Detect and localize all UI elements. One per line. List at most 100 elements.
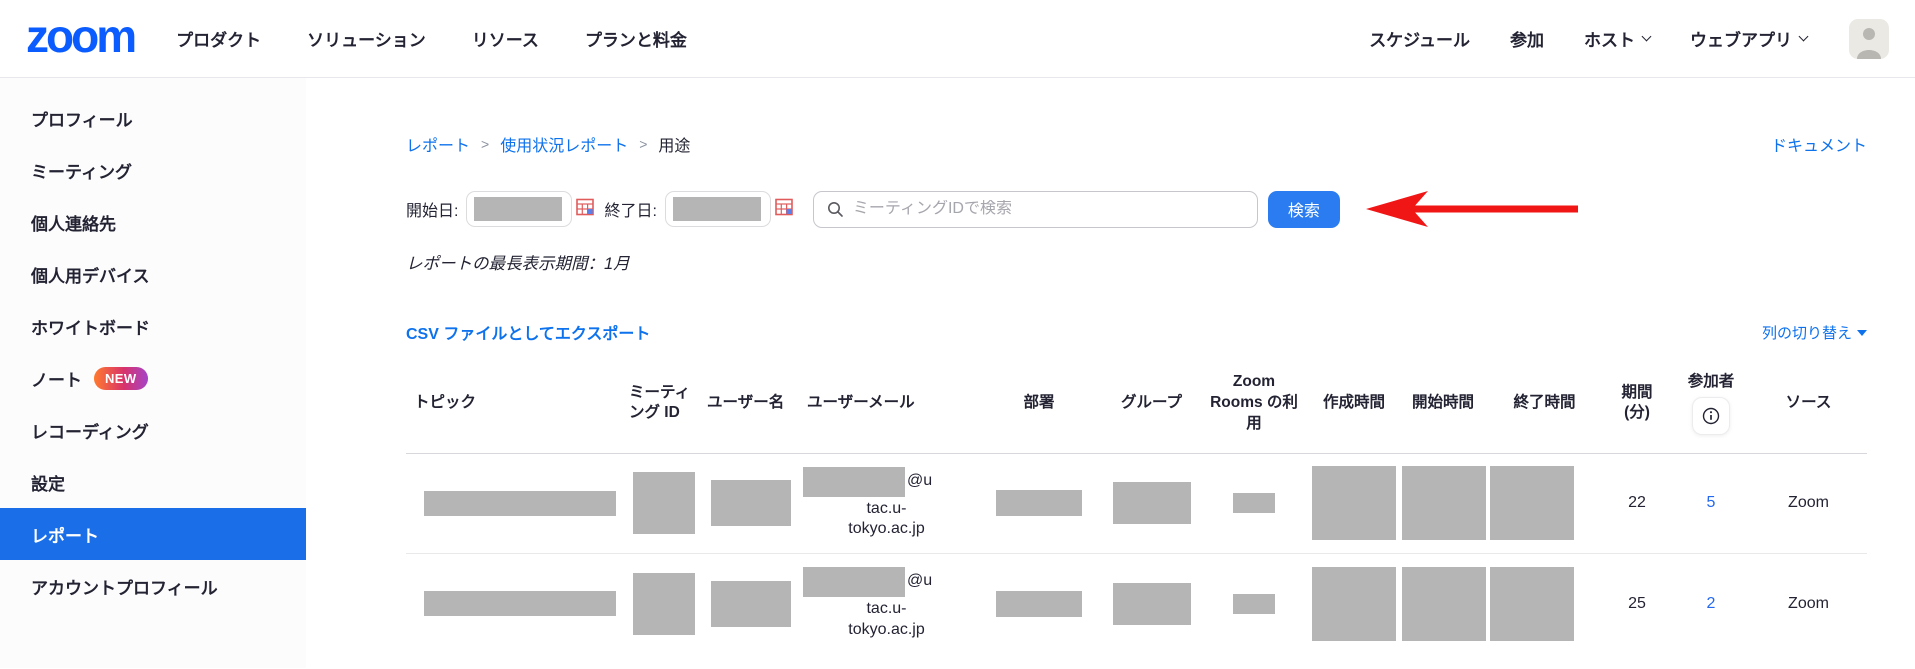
cell-department <box>974 453 1104 553</box>
cell-group <box>1104 553 1199 653</box>
participants-count-link[interactable]: 5 <box>1707 494 1716 511</box>
breadcrumb: レポート > 使用状況レポート > 用途 <box>406 132 690 156</box>
end-date-input[interactable] <box>665 191 771 227</box>
account-nav: スケジュール 参加 ホスト ウェブアプリ <box>1369 19 1889 59</box>
email-domain-line: tokyo.ac.jp <box>803 620 970 641</box>
user-avatar[interactable] <box>1849 19 1889 59</box>
sidebar-item-recordings[interactable]: レコーディング <box>0 404 306 456</box>
header-source: ソース <box>1750 356 1867 453</box>
sidebar-item-settings[interactable]: 設定 <box>0 456 306 508</box>
cell-topic <box>406 453 621 553</box>
sidebar-item-reports[interactable]: レポート <box>0 508 306 560</box>
table-row: @u tac.u- tokyo.ac.jp 22 5 Zoom <box>406 453 1867 553</box>
header-participants-label: 参加者 <box>1688 372 1735 393</box>
meeting-id-search-box <box>813 191 1258 228</box>
table-toolbar: CSV ファイルとしてエクスポート 列の切り替え <box>406 320 1867 344</box>
nav-products[interactable]: プロダクト <box>176 26 261 51</box>
header-user-email: ユーザーメール <box>799 356 974 453</box>
cell-user-name <box>699 553 799 653</box>
calendar-icon[interactable] <box>775 198 793 221</box>
redacted-start-time <box>1402 466 1486 540</box>
end-date-label: 終了日: <box>604 197 656 221</box>
sidebar-item-contacts[interactable]: 個人連絡先 <box>0 196 306 248</box>
email-domain-line: tac.u- <box>803 599 970 620</box>
cell-user-name <box>699 453 799 553</box>
redacted-department <box>996 490 1082 516</box>
filter-row: 開始日: 終了日: <box>406 189 1867 229</box>
nav-host-menu[interactable]: ホスト <box>1584 26 1650 51</box>
left-arrow-icon <box>1366 189 1578 229</box>
nav-join[interactable]: 参加 <box>1510 26 1544 51</box>
sidebar-item-whiteboard[interactable]: ホワイトボード <box>0 300 306 352</box>
redacted-start-date <box>474 197 562 221</box>
redacted-department <box>996 591 1082 617</box>
redacted-start-time <box>1402 567 1486 641</box>
redacted-user-name <box>711 480 791 526</box>
email-domain-line: tokyo.ac.jp <box>803 519 970 540</box>
cell-zoom-rooms <box>1199 553 1309 653</box>
breadcrumb-usage-reports-link[interactable]: 使用状況レポート <box>500 132 628 156</box>
nav-webapp-menu[interactable]: ウェブアプリ <box>1690 26 1807 51</box>
column-toggle-label: 列の切り替え <box>1762 322 1852 343</box>
header-duration: 期間 (分) <box>1602 356 1672 453</box>
documentation-link[interactable]: ドキュメント <box>1771 132 1867 156</box>
redacted-email-local-part <box>803 467 905 497</box>
redacted-end-time <box>1490 466 1574 540</box>
table-row: @u tac.u- tokyo.ac.jp 25 2 Zoom <box>406 553 1867 653</box>
cell-duration: 22 <box>1602 453 1672 553</box>
column-toggle-dropdown[interactable]: 列の切り替え <box>1762 322 1867 343</box>
redacted-email-local-part <box>803 567 905 597</box>
cell-end-time <box>1487 553 1602 653</box>
redacted-created-time <box>1312 567 1396 641</box>
person-icon <box>1849 19 1889 59</box>
redacted-end-date <box>673 197 761 221</box>
redacted-end-time <box>1490 567 1574 641</box>
breadcrumb-separator: > <box>481 136 489 152</box>
calendar-icon[interactable] <box>576 198 594 221</box>
start-date-label: 開始日: <box>406 197 458 221</box>
nav-schedule[interactable]: スケジュール <box>1369 26 1470 51</box>
breadcrumb-current: 用途 <box>658 132 690 156</box>
header-meeting-id: ミーティング ID <box>621 356 699 453</box>
sidebar: プロフィール ミーティング 個人連絡先 個人用デバイス ホワイトボード ノート … <box>0 78 306 668</box>
info-icon[interactable] <box>1692 397 1730 435</box>
meeting-id-search-input[interactable] <box>853 200 1245 218</box>
zoom-logo[interactable]: zoom <box>26 13 134 65</box>
header-end-time: 終了時間 <box>1487 356 1602 453</box>
sidebar-item-profile[interactable]: プロフィール <box>0 92 306 144</box>
sidebar-item-notes[interactable]: ノート NEW <box>0 352 306 404</box>
chevron-down-icon <box>1642 31 1652 41</box>
cell-duration: 25 <box>1602 553 1672 653</box>
nav-resources[interactable]: リソース <box>472 26 539 51</box>
cell-meeting-id <box>621 453 699 553</box>
sidebar-item-account-profile[interactable]: アカウントプロフィール <box>0 560 306 612</box>
cell-user-email: @u tac.u- tokyo.ac.jp <box>799 553 974 653</box>
sidebar-item-devices[interactable]: 個人用デバイス <box>0 248 306 300</box>
cell-user-email: @u tac.u- tokyo.ac.jp <box>799 453 974 553</box>
triangle-down-icon <box>1857 330 1867 336</box>
redacted-topic <box>424 591 616 616</box>
cell-topic <box>406 553 621 653</box>
cell-participants: 5 <box>1672 453 1750 553</box>
breadcrumb-row: レポート > 使用状況レポート > 用途 ドキュメント <box>406 132 1867 156</box>
cell-end-time <box>1487 453 1602 553</box>
export-csv-link[interactable]: CSV ファイルとしてエクスポート <box>406 320 650 344</box>
search-button[interactable]: 検索 <box>1268 191 1340 228</box>
redacted-meeting-id <box>633 573 695 635</box>
breadcrumb-reports-link[interactable]: レポート <box>406 132 470 156</box>
cell-group <box>1104 453 1199 553</box>
nav-solutions[interactable]: ソリューション <box>307 26 426 51</box>
header-zoom-rooms: Zoom Rooms の利用 <box>1199 356 1309 453</box>
top-navbar: zoom プロダクト ソリューション リソース プランと料金 スケジュール 参加… <box>0 0 1915 78</box>
cell-source: Zoom <box>1750 453 1867 553</box>
start-date-input[interactable] <box>466 191 572 227</box>
sidebar-item-meetings[interactable]: ミーティング <box>0 144 306 196</box>
red-arrow-annotation <box>1366 189 1578 229</box>
nav-host-label: ホスト <box>1584 26 1635 51</box>
nav-plans[interactable]: プランと料金 <box>585 26 687 51</box>
new-badge: NEW <box>94 367 148 390</box>
cell-meeting-id <box>621 553 699 653</box>
header-department: 部署 <box>974 356 1104 453</box>
participants-count-link[interactable]: 2 <box>1707 595 1716 612</box>
table-header-row: トピック ミーティング ID ユーザー名 ユーザーメール 部署 グループ Zoo… <box>406 356 1867 453</box>
